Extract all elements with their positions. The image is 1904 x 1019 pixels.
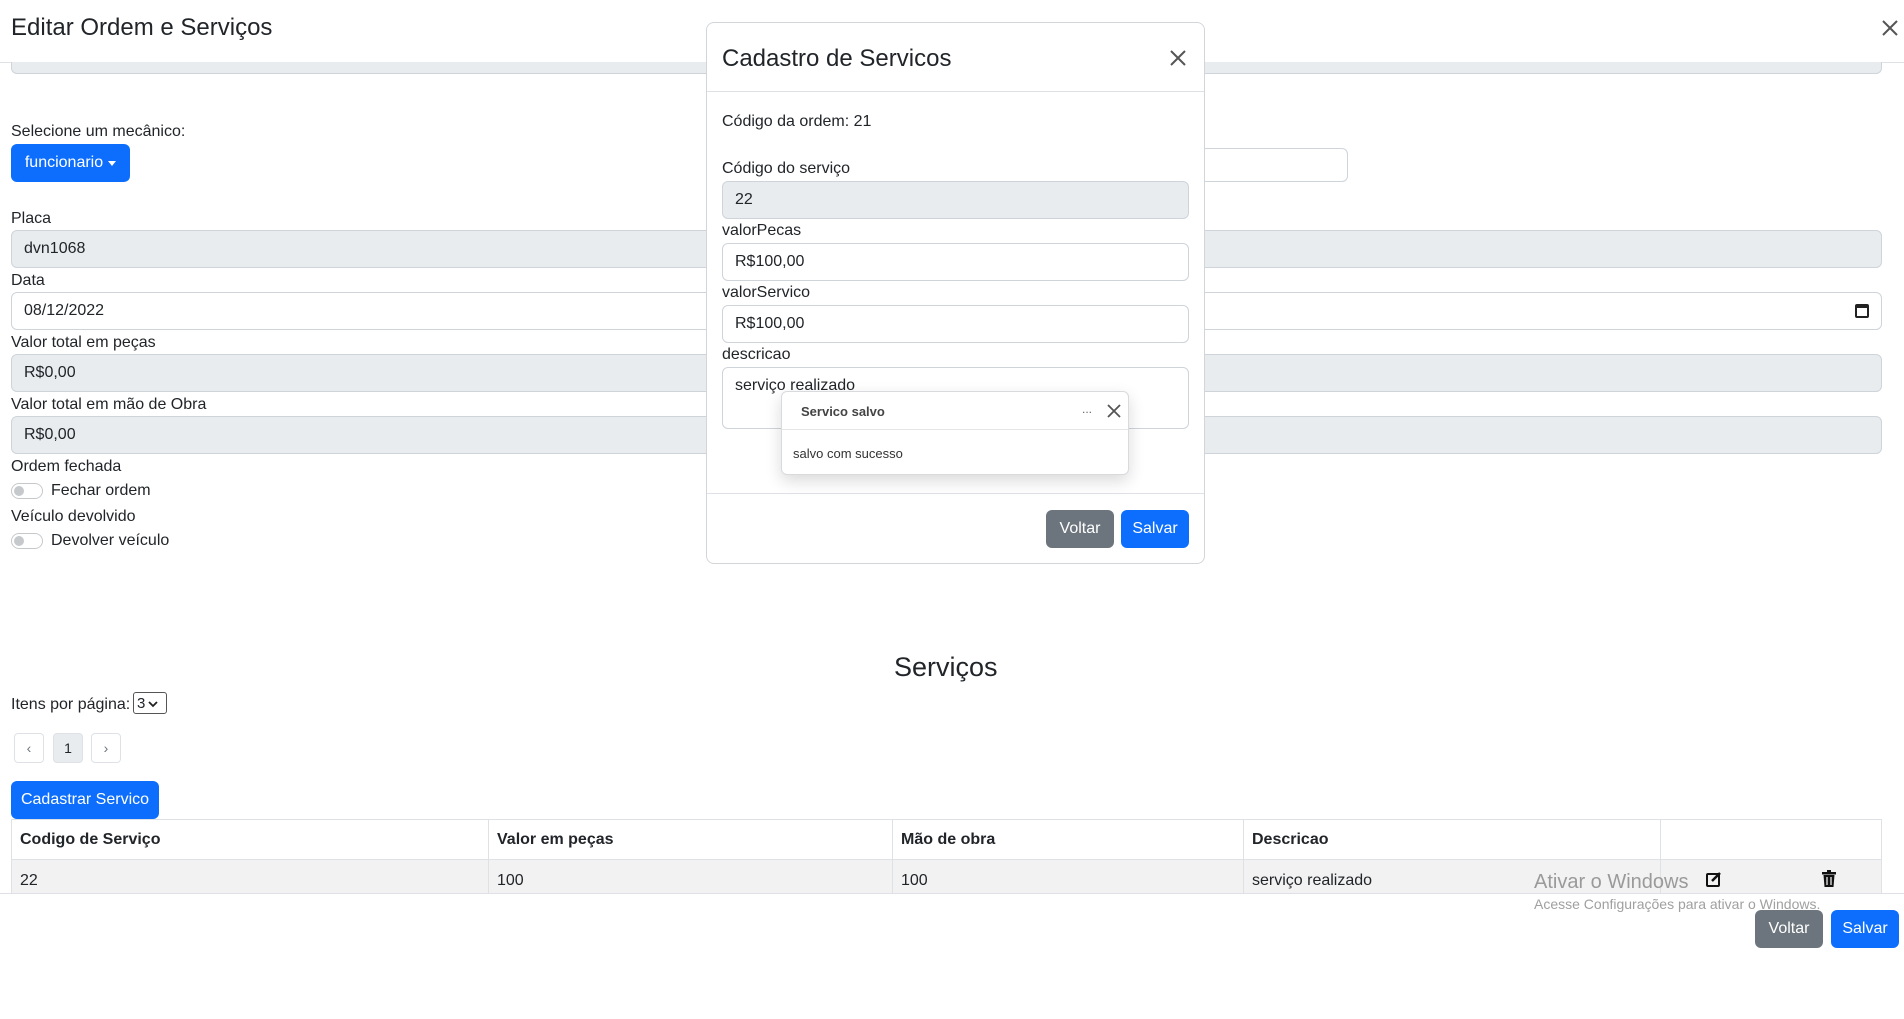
toast-body: salvo com sucesso	[793, 446, 903, 461]
services-heading: Serviços	[894, 652, 998, 682]
valor-servico-value: R$100,00	[735, 315, 805, 332]
per-page-value: 3	[137, 694, 146, 712]
valor-pecas-input[interactable]: R$100,00	[722, 243, 1189, 281]
devolver-veiculo-switch[interactable]	[11, 533, 43, 549]
footer-back-button[interactable]: Voltar	[1755, 910, 1823, 948]
modal-footer-divider	[707, 493, 1204, 494]
trash-icon[interactable]	[1821, 870, 1837, 888]
per-page-select[interactable]: 3	[133, 692, 167, 714]
column-header-pecas: Valor em peças	[497, 831, 614, 848]
success-toast: Servico salvo ... salvo com sucesso	[781, 391, 1129, 475]
toast-ellipsis: ...	[1082, 402, 1093, 416]
mechanic-dropdown-label: funcionario	[24, 154, 104, 171]
cell-descricao: serviço realizado	[1252, 872, 1373, 889]
pagination-page-label: 1	[64, 740, 72, 756]
modal-close-icon[interactable]	[1169, 49, 1187, 67]
obra-value: R$0,00	[24, 426, 76, 443]
toast-title: Servico salvo	[801, 404, 885, 419]
cell-obra: 100	[901, 872, 928, 889]
modal-save-button[interactable]: Salvar	[1121, 510, 1189, 548]
obra-label: Valor total em mão de Obra	[11, 396, 207, 413]
pagination-page[interactable]: 1	[53, 733, 83, 763]
data-value: 08/12/2022	[24, 302, 105, 319]
watermark-subtitle: Acesse Configurações para ativar o Windo…	[1534, 896, 1821, 912]
valor-servico-input[interactable]: R$100,00	[722, 305, 1189, 343]
add-service-button[interactable]: Cadastrar Servico	[11, 781, 159, 819]
placa-label: Placa	[11, 210, 52, 227]
hidden-field-partial[interactable]	[1200, 148, 1348, 182]
column-header-descricao: Descricao	[1252, 831, 1329, 848]
edit-icon[interactable]	[1705, 870, 1723, 888]
modal-header-divider	[707, 91, 1204, 92]
cell-codigo: 22	[20, 872, 38, 889]
modal-title: Cadastro de Servicos	[722, 45, 952, 72]
placa-value: dvn1068	[24, 240, 86, 257]
col-divider	[1243, 819, 1244, 900]
service-modal: Cadastro de Servicos Código da ordem: 21…	[706, 22, 1205, 564]
service-code-field: 22	[722, 181, 1189, 219]
veiculo-devolvido-label: Veículo devolvido	[11, 508, 136, 525]
devolver-veiculo-label: Devolver veículo	[51, 532, 170, 549]
toast-divider	[782, 429, 1128, 430]
footer-save-button[interactable]: Salvar	[1831, 910, 1899, 948]
service-code-value: 22	[735, 191, 753, 208]
pecas-label: Valor total em peças	[11, 334, 156, 351]
valor-pecas-label: valorPecas	[722, 222, 802, 239]
page-title: Editar Ordem e Serviços	[11, 14, 273, 41]
close-icon[interactable]	[1880, 18, 1900, 38]
valor-servico-label: valorServico	[722, 284, 811, 301]
pecas-value: R$0,00	[24, 364, 76, 381]
descricao-label: descricao	[722, 346, 791, 363]
ordem-fechada-label: Ordem fechada	[11, 458, 122, 475]
per-page-label: Itens por página:	[11, 696, 131, 713]
toast-close-icon[interactable]	[1106, 403, 1122, 419]
valor-pecas-value: R$100,00	[735, 253, 805, 270]
watermark-title: Ativar o Windows	[1534, 871, 1689, 893]
caret-down-icon	[108, 160, 117, 166]
chevron-down-icon	[148, 695, 158, 712]
modal-back-button[interactable]: Voltar	[1046, 510, 1114, 548]
column-header-obra: Mão de obra	[901, 831, 996, 848]
fechar-ordem-switch[interactable]	[11, 483, 43, 499]
service-code-label: Código do serviço	[722, 160, 851, 177]
mechanic-dropdown-button[interactable]: funcionario	[11, 144, 130, 182]
cell-pecas: 100	[497, 872, 524, 889]
pagination-next[interactable]: ›	[91, 733, 121, 763]
col-divider	[488, 819, 489, 900]
data-label: Data	[11, 272, 45, 289]
pagination-prev[interactable]: ‹	[14, 733, 44, 763]
order-code: Código da ordem: 21	[722, 113, 872, 130]
mechanic-label: Selecione um mecânico:	[11, 123, 186, 140]
col-divider	[892, 819, 893, 900]
calendar-icon[interactable]	[1855, 304, 1869, 318]
column-header-codigo: Codigo de Serviço	[20, 831, 161, 848]
fechar-ordem-label: Fechar ordem	[51, 482, 151, 499]
